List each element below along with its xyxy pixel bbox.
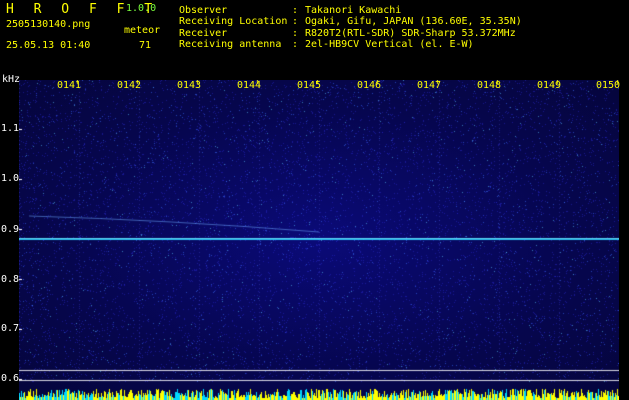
x-tick-label: 0146 xyxy=(357,80,382,91)
x-tick-label: 0142 xyxy=(117,80,142,91)
location-value: Ogaki, Gifu, JAPAN (136.60E, 35.35N) xyxy=(305,16,522,27)
x-tick-label: 0149 xyxy=(537,80,562,91)
receiver-value: R820T2(RTL-SDR) SDR-Sharp 53.372MHz xyxy=(305,28,516,39)
antenna-key: Receiving antenna xyxy=(179,39,282,50)
x-tick-label: 0150 xyxy=(596,80,621,91)
receiver-key: Receiver xyxy=(179,28,228,39)
observer-colon: : xyxy=(292,5,299,16)
spectrogram-canvas xyxy=(19,80,619,400)
x-tick-label: 0148 xyxy=(477,80,502,91)
x-tick-label: 0147 xyxy=(417,80,442,91)
y-tick-label: 1.0 xyxy=(1,173,20,184)
antenna-colon: : xyxy=(292,39,299,50)
y-tick-label: 1.1 xyxy=(1,123,20,134)
meteor-count: 71 xyxy=(139,40,152,51)
observer-key: Observer xyxy=(179,5,228,16)
x-tick-label: 0145 xyxy=(297,80,322,91)
hrofft-window: H R O F F T 1.0.0 2505130140.png meteor … xyxy=(0,0,629,400)
y-axis-unit: kHz xyxy=(2,74,21,85)
y-tick-label: 0.7 xyxy=(1,323,20,334)
y-tick-label: 0.9 xyxy=(1,224,20,235)
x-tick-label: 0144 xyxy=(237,80,262,91)
x-tick-label: 0141 xyxy=(57,80,82,91)
antenna-value: 2el-HB9CV Vertical (el. E-W) xyxy=(305,39,474,50)
receiver-colon: : xyxy=(292,28,299,39)
app-version: 1.0.0 xyxy=(126,3,157,14)
y-tick-label: 0.6 xyxy=(1,373,20,384)
y-tick-label: 0.8 xyxy=(1,274,20,285)
meteor-label: meteor xyxy=(124,25,161,36)
observer-value: Takanori Kawachi xyxy=(305,5,402,16)
datetime: 25.05.13 01:40 xyxy=(6,40,91,51)
location-colon: : xyxy=(292,16,299,27)
filename: 2505130140.png xyxy=(6,19,91,30)
location-key: Receiving Location xyxy=(179,16,288,27)
x-tick-label: 0143 xyxy=(177,80,202,91)
